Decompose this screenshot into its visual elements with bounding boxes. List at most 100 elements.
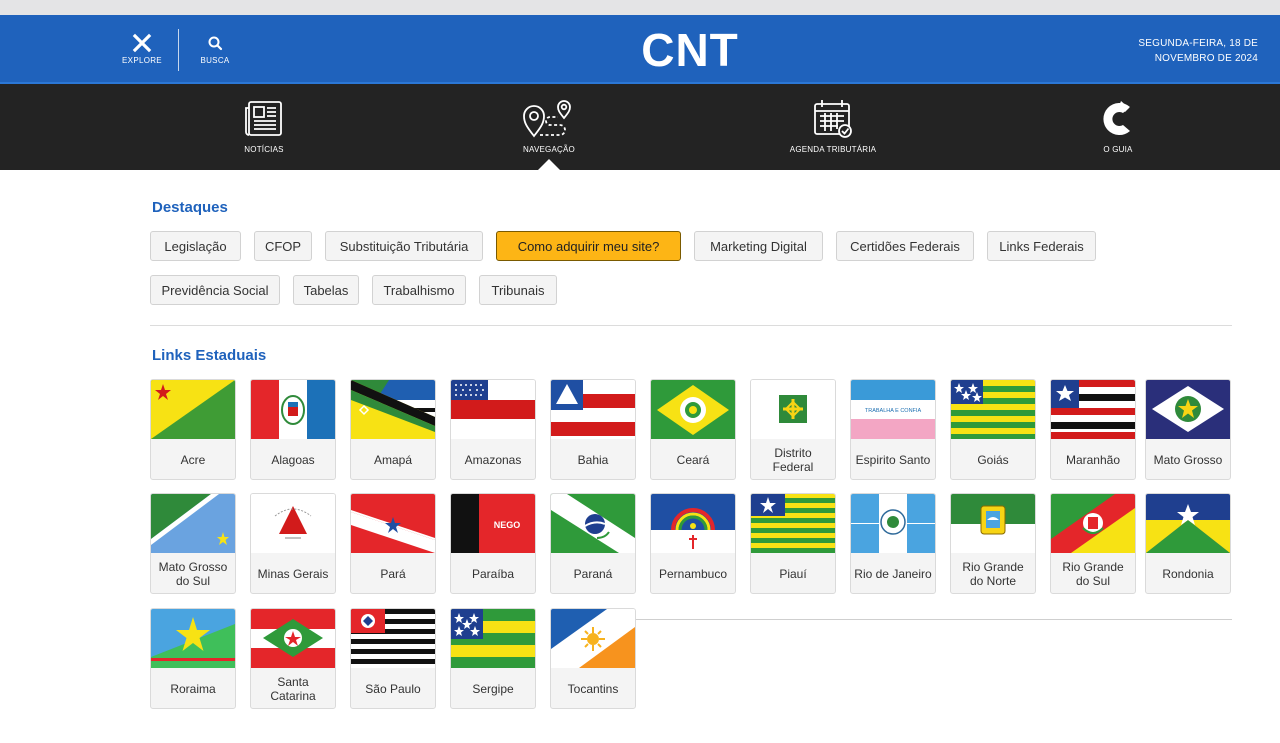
state-name: Mato Grosso [1153,452,1223,467]
state-card-paraiba[interactable]: NEGO Paraíba [450,493,536,594]
search-icon [208,36,223,51]
flag-bahia-icon [551,380,635,439]
state-name: Santa Catarina [270,674,316,703]
state-card-ceara[interactable]: Ceará [650,379,736,480]
state-name: Paraíba [471,566,515,581]
state-name: Rio de Janeiro [854,566,932,581]
state-card-amapa[interactable]: Amapá [350,379,436,480]
row-divider [636,619,1232,620]
destaques-title: Destaques [152,199,228,216]
state-card-mato-grosso[interactable]: Mato Grosso [1145,379,1231,480]
flag-df-icon [751,380,835,439]
explore-label: EXPLORE [122,56,162,65]
state-name: Acre [180,452,206,467]
nav-item-agenda-tributaria[interactable]: AGENDA TRIBUTÁRIA [753,98,913,158]
chip-substituicao-tributaria[interactable]: Substituição Tributária [325,231,483,261]
state-card-sao-paulo[interactable]: São Paulo [350,608,436,709]
date-line-1: SEGUNDA-FEIRA, 18 DE [1138,38,1258,49]
flag-acre-icon [151,380,235,439]
state-card-roraima[interactable]: Roraima [150,608,236,709]
state-card-parana[interactable]: Paraná [550,493,636,594]
cnt-logo[interactable]: CNT [634,28,746,72]
state-card-tocantins[interactable]: Tocantins [550,608,636,709]
flag-para-icon [351,494,435,553]
flag-tocantins-icon [551,609,635,668]
flag-sergipe-icon [451,609,535,668]
flag-maranhao-icon [1051,380,1135,439]
state-name: Maranhão [1065,452,1121,467]
chip-previdencia-social[interactable]: Previdência Social [150,275,280,305]
route-pins-icon [523,100,571,138]
chip-como-adquirir-meu-site[interactable]: Como adquirir meu site? [496,231,681,261]
state-card-santa-catarina[interactable]: Santa Catarina [250,608,336,709]
close-icon [132,33,152,53]
state-name: Rondonia [1162,566,1214,581]
state-name: Paraná [573,566,613,581]
state-name: Ceará [676,452,710,467]
state-card-minas-gerais[interactable]: Minas Gerais [250,493,336,594]
header-divider [178,29,179,71]
state-card-espirito-santo[interactable]: TRABALHA E CONFIA Espirito Santo [850,379,936,480]
flag-rn-icon [951,494,1035,553]
chip-tribunais[interactable]: Tribunais [479,275,557,305]
state-card-bahia[interactable]: Bahia [550,379,636,480]
nav-item-navegacao[interactable]: NAVEGAÇÃO [469,98,629,158]
flag-goias-icon [951,380,1035,439]
state-card-amazonas[interactable]: Amazonas [450,379,536,480]
flag-minas-gerais-icon [251,494,335,553]
state-card-rio-de-janeiro[interactable]: Rio de Janeiro [850,493,936,594]
state-card-piaui[interactable]: Piauí [750,493,836,594]
chip-legislacao[interactable]: Legislação [150,231,241,261]
es-motto: TRABALHA E CONFIA [865,408,922,414]
flag-rs-icon [1051,494,1135,553]
explore-button[interactable]: EXPLORE [112,33,172,69]
state-name: Pará [380,566,406,581]
state-name: Alagoas [271,452,315,467]
state-card-rio-grande-do-norte[interactable]: Rio Grande do Norte [950,493,1036,594]
flag-mato-grosso-icon [1146,380,1230,439]
flag-amazonas-icon [451,380,535,439]
nav-label: AGENDA TRIBUTÁRIA [789,145,877,154]
state-card-acre[interactable]: Acre [150,379,236,480]
flag-parana-icon [551,494,635,553]
flag-ms-icon [151,494,235,553]
state-card-sergipe[interactable]: Sergipe [450,608,536,709]
nav-label: NOTÍCIAS [244,145,284,154]
state-card-distrito-federal[interactable]: Distrito Federal [750,379,836,480]
section-divider [150,325,1232,326]
state-card-rondonia[interactable]: Rondonia [1145,493,1231,594]
search-button[interactable]: BUSCA [185,33,245,69]
chip-links-federais[interactable]: Links Federais [987,231,1096,261]
state-card-maranhao[interactable]: Maranhão [1050,379,1136,480]
state-card-alagoas[interactable]: Alagoas [250,379,336,480]
flag-ceara-icon [651,380,735,439]
chip-trabalhismo[interactable]: Trabalhismo [372,275,466,305]
flag-rj-icon [851,494,935,553]
chip-certidoes-federais[interactable]: Certidões Federais [836,231,974,261]
nav-label: O GUIA [1103,145,1133,154]
state-card-goias[interactable]: Goiás [950,379,1036,480]
nav-item-o-guia[interactable]: O GUIA [1038,98,1198,158]
state-name: Tocantins [567,681,619,696]
state-name: Rio Grande do Norte [962,559,1024,588]
state-card-mato-grosso-do-sul[interactable]: Mato Grosso do Sul [150,493,236,594]
state-name: Amapá [373,452,413,467]
chip-cfop[interactable]: CFOP [254,231,312,261]
state-name: Pernambuco [658,566,728,581]
flag-piaui-icon [751,494,835,553]
chip-tabelas[interactable]: Tabelas [293,275,359,305]
state-card-pernambuco[interactable]: Pernambuco [650,493,736,594]
newspaper-icon [245,101,282,136]
browser-top-strip [0,0,1280,15]
state-name: Distrito Federal [772,445,814,474]
active-nav-indicator [538,159,560,170]
chip-marketing-digital[interactable]: Marketing Digital [694,231,823,261]
flag-rondonia-icon [1146,494,1230,553]
flag-sc-icon [251,609,335,668]
state-card-rio-grande-do-sul[interactable]: Rio Grande do Sul [1050,493,1136,594]
flag-pernambuco-icon [651,494,735,553]
flag-paraiba-icon: NEGO [451,494,535,553]
state-name: Rio Grande do Sul [1062,559,1124,588]
state-card-para[interactable]: Pará [350,493,436,594]
nav-item-noticias[interactable]: NOTÍCIAS [184,98,344,158]
